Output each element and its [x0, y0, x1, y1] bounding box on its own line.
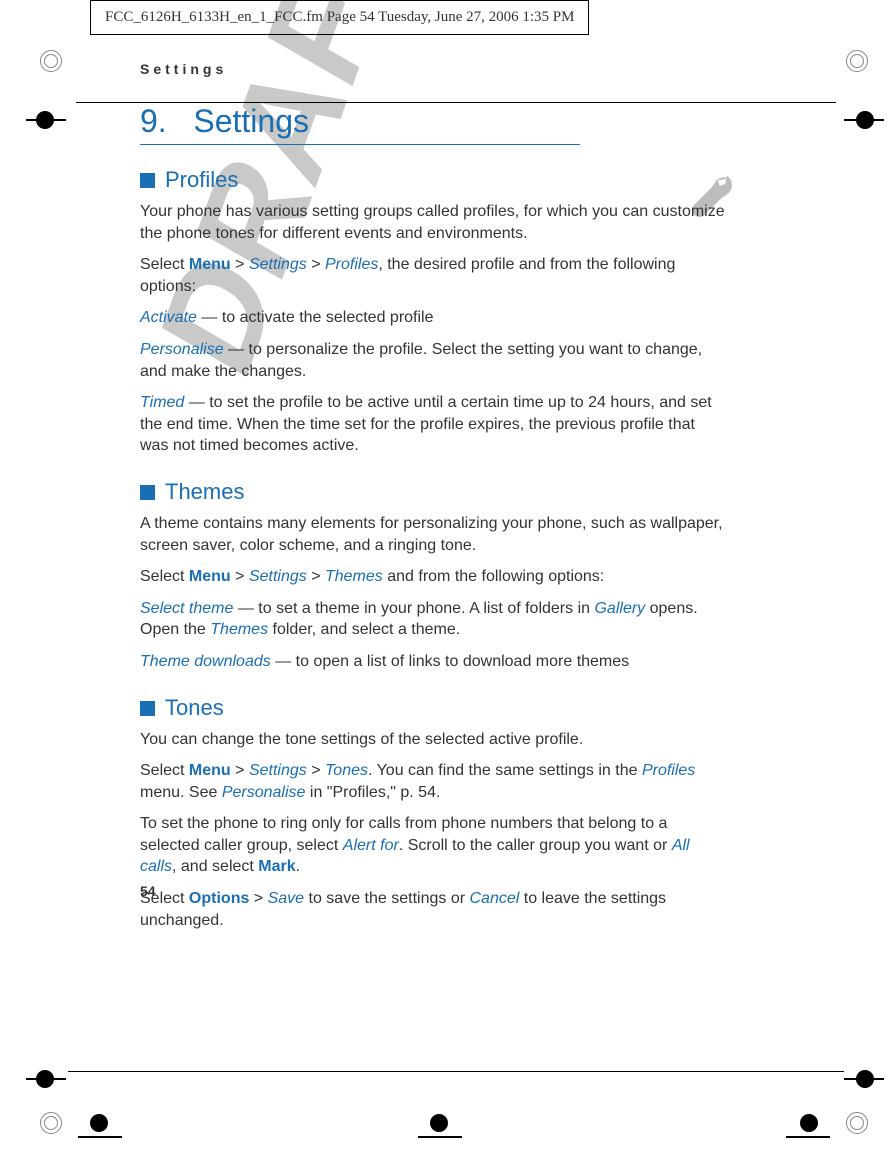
- section-themes: Themes: [140, 479, 726, 505]
- square-bullet-icon: [140, 173, 155, 188]
- personalise-link: Personalise: [222, 784, 306, 801]
- square-bullet-icon: [140, 701, 155, 716]
- registration-mark: [40, 1112, 62, 1134]
- gallery-link: Gallery: [594, 600, 645, 617]
- body-text: A theme contains many elements for perso…: [140, 513, 726, 556]
- crop-line: [844, 1078, 884, 1080]
- crop-line: [26, 1078, 66, 1080]
- menu-label: Menu: [189, 762, 231, 779]
- chapter-title: 9. Settings: [140, 103, 580, 145]
- alert-for-link: Alert for: [343, 837, 399, 854]
- body-text: To set the phone to ring only for calls …: [140, 813, 726, 878]
- body-text: Theme downloads — to open a list of link…: [140, 651, 726, 673]
- body-text: Your phone has various setting groups ca…: [140, 201, 726, 244]
- chapter-number: 9.: [140, 103, 167, 139]
- crop-line: [26, 119, 66, 121]
- crop-mark-icon: [90, 1114, 108, 1132]
- section-heading: Profiles: [165, 167, 238, 192]
- select-theme-link: Select theme: [140, 600, 233, 617]
- crop-line: [786, 1136, 830, 1138]
- section-heading: Themes: [165, 479, 244, 504]
- body-text: Select Menu > Settings > Tones. You can …: [140, 760, 726, 803]
- profiles-link: Profiles: [325, 256, 378, 273]
- crop-mark-icon: [430, 1114, 448, 1132]
- section-profiles: Profiles: [140, 167, 726, 193]
- square-bullet-icon: [140, 485, 155, 500]
- running-head: Settings: [140, 61, 726, 77]
- body-text: Select Menu > Settings > Profiles, the d…: [140, 254, 726, 297]
- bottom-rule: [68, 1071, 844, 1072]
- body-text: Timed — to set the profile to be active …: [140, 392, 726, 457]
- personalise-link: Personalise: [140, 341, 224, 358]
- body-text: Personalise — to personalize the profile…: [140, 339, 726, 382]
- crop-line: [78, 1136, 122, 1138]
- settings-link: Settings: [249, 568, 307, 585]
- registration-mark: [846, 1112, 868, 1134]
- section-tones: Tones: [140, 695, 726, 721]
- crop-line: [418, 1136, 462, 1138]
- page-number: 54: [140, 883, 896, 899]
- theme-downloads-link: Theme downloads: [140, 653, 271, 670]
- registration-mark: [40, 50, 62, 72]
- body-text: Select theme — to set a theme in your ph…: [140, 598, 726, 641]
- body-text: Select Menu > Settings > Themes and from…: [140, 566, 726, 588]
- menu-label: Menu: [189, 568, 231, 585]
- crop-line: [844, 119, 884, 121]
- tones-link: Tones: [325, 762, 368, 779]
- body-text: You can change the tone settings of the …: [140, 729, 726, 751]
- settings-link: Settings: [249, 762, 307, 779]
- crop-mark-icon: [800, 1114, 818, 1132]
- header-text: FCC_6126H_6133H_en_1_FCC.fm Page 54 Tues…: [105, 9, 574, 25]
- registration-mark: [846, 50, 868, 72]
- section-heading: Tones: [165, 695, 224, 720]
- settings-link: Settings: [249, 256, 307, 273]
- profiles-link: Profiles: [642, 762, 695, 779]
- menu-label: Menu: [189, 256, 231, 273]
- themes-link: Themes: [325, 568, 383, 585]
- chapter-name: Settings: [193, 103, 309, 139]
- mark-label: Mark: [258, 858, 295, 875]
- body-text: Activate — to activate the selected prof…: [140, 307, 726, 329]
- timed-link: Timed: [140, 394, 184, 411]
- activate-link: Activate: [140, 309, 197, 326]
- frame-header: FCC_6126H_6133H_en_1_FCC.fm Page 54 Tues…: [90, 0, 589, 35]
- themes-folder-link: Themes: [210, 621, 268, 638]
